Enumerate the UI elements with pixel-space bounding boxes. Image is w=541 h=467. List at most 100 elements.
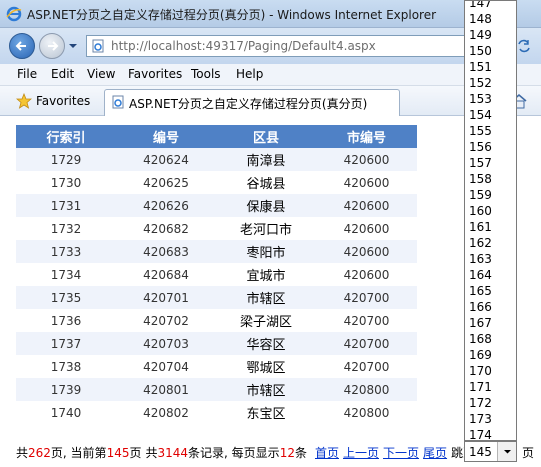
last-page-link[interactable]: 尾页 (423, 446, 447, 460)
table-cell: 1738 (16, 355, 116, 378)
first-page-link[interactable]: 首页 (315, 446, 339, 460)
page-select[interactable]: 145 (464, 441, 517, 462)
dropdown-option[interactable]: 156 (469, 140, 492, 154)
dropdown-option[interactable]: 158 (469, 172, 492, 186)
table-cell: 鄂城区 (216, 355, 316, 378)
dropdown-option[interactable]: 161 (469, 220, 492, 234)
pager-text: 条记录, 每页显示 (188, 446, 280, 460)
forward-button[interactable] (39, 33, 65, 59)
dropdown-option[interactable]: 147 (469, 1, 492, 10)
total-pages: 262 (28, 446, 51, 460)
table-row: 1738 420704 鄂城区 420700 (16, 355, 417, 378)
menu-file[interactable]: File (17, 67, 37, 81)
dropdown-option[interactable]: 171 (469, 380, 492, 394)
table-cell: 420625 (116, 171, 216, 194)
dropdown-option[interactable]: 164 (469, 268, 492, 282)
table-cell: 宜城市 (216, 263, 316, 286)
page-content: 行索引 编号 区县 市编号 1729 420624 南漳县 420600 1730 420… (0, 117, 541, 467)
page-size: 12 (279, 446, 295, 460)
prev-page-link[interactable]: 上一页 (343, 446, 379, 460)
table-cell: 保康县 (216, 194, 316, 217)
table-cell: 1731 (16, 194, 116, 217)
address-bar[interactable]: http://localhost:49317/Paging/Default4.a… (86, 35, 466, 57)
dropdown-option[interactable]: 159 (469, 188, 492, 202)
table-cell: 420700 (316, 332, 417, 355)
table-cell: 市辖区 (216, 286, 316, 309)
ie-logo-icon (6, 6, 22, 22)
table-cell: 420703 (116, 332, 216, 355)
table-cell: 420800 (316, 378, 417, 401)
dropdown-option[interactable]: 169 (469, 348, 492, 362)
pager-text: 页 (129, 446, 142, 460)
arrow-right-icon (48, 41, 59, 51)
table-cell: 420683 (116, 240, 216, 263)
table-cell: 1732 (16, 217, 116, 240)
menu-view[interactable]: View (87, 67, 115, 81)
dropdown-option[interactable]: 165 (469, 284, 492, 298)
refresh-icon[interactable] (516, 38, 532, 54)
table-cell: 420702 (116, 309, 216, 332)
dropdown-option[interactable]: 168 (469, 332, 492, 346)
favorites-star-icon[interactable] (16, 93, 32, 109)
dropdown-option[interactable]: 153 (469, 92, 492, 106)
table-row: 1739 420801 市辖区 420800 (16, 378, 417, 401)
pager-text: 条 (294, 446, 307, 460)
menu-tools[interactable]: Tools (191, 67, 221, 81)
table-row: 1733 420683 枣阳市 420600 (16, 240, 417, 263)
menu-edit[interactable]: Edit (51, 67, 74, 81)
next-page-link[interactable]: 下一页 (383, 446, 419, 460)
table-header-row: 行索引 编号 区县 市编号 (16, 125, 417, 148)
data-table: 行索引 编号 区县 市编号 1729 420624 南漳县 420600 1730 420… (16, 125, 417, 424)
dropdown-option[interactable]: 151 (469, 60, 492, 74)
tab-title: ASP.NET分页之自定义存储过程分页(真分页) (129, 97, 368, 111)
dropdown-option[interactable]: 173 (469, 412, 492, 426)
table-cell: 市辖区 (216, 378, 316, 401)
dropdown-option[interactable]: 152 (469, 76, 492, 90)
menu-help[interactable]: Help (236, 67, 263, 81)
dropdown-option[interactable]: 149 (469, 28, 492, 42)
table-cell: 420800 (316, 401, 417, 424)
table-row: 1730 420625 谷城县 420600 (16, 171, 417, 194)
dropdown-option[interactable]: 162 (469, 236, 492, 250)
table-row: 1729 420624 南漳县 420600 (16, 148, 417, 171)
column-header: 行索引 (16, 125, 116, 148)
table-cell: 420600 (316, 263, 417, 286)
table-cell: 420626 (116, 194, 216, 217)
dropdown-option[interactable]: 150 (469, 44, 492, 58)
table-row: 1735 420701 市辖区 420700 (16, 286, 417, 309)
table-row: 1740 420802 东宝区 420800 (16, 401, 417, 424)
dropdown-option[interactable]: 148 (469, 12, 492, 26)
table-row: 1734 420684 宜城市 420600 (16, 263, 417, 286)
address-url: http://localhost:49317/Paging/Default4.a… (111, 39, 376, 53)
back-button[interactable] (9, 33, 35, 59)
dropdown-option[interactable]: 160 (469, 204, 492, 218)
total-records: 3144 (157, 446, 189, 460)
dropdown-arrow-button[interactable] (497, 442, 516, 461)
current-page: 145 (106, 446, 130, 460)
table-cell: 1737 (16, 332, 116, 355)
window-title: ASP.NET分页之自定义存储过程分页(真分页) - Windows Inter… (27, 8, 437, 22)
column-header: 市编号 (316, 125, 417, 148)
dropdown-option[interactable]: 163 (469, 252, 492, 266)
table-cell: 420600 (316, 148, 417, 171)
dropdown-option[interactable]: 155 (469, 124, 492, 138)
table-cell: 420700 (316, 286, 417, 309)
table-cell: 南漳县 (216, 148, 316, 171)
table-cell: 1730 (16, 171, 116, 194)
table-cell: 华容区 (216, 332, 316, 355)
dropdown-option[interactable]: 172 (469, 396, 492, 410)
menu-favorites[interactable]: Favorites (128, 67, 182, 81)
favorites-button[interactable]: Favorites (36, 94, 90, 108)
tab-current-page[interactable]: ASP.NET分页之自定义存储过程分页(真分页) (104, 89, 400, 116)
dropdown-option[interactable]: 170 (469, 364, 492, 378)
navigation-bar: http://localhost:49317/Paging/Default4.a… (0, 28, 541, 64)
dropdown-option[interactable]: 174 (469, 428, 492, 440)
page-suffix-label: 页 (522, 446, 535, 460)
dropdown-option[interactable]: 157 (469, 156, 492, 170)
dropdown-option[interactable]: 154 (469, 108, 492, 122)
pager-text: 共 (145, 446, 158, 460)
history-dropdown-icon[interactable] (68, 41, 78, 51)
dropdown-option[interactable]: 167 (469, 316, 492, 330)
dropdown-option[interactable]: 166 (469, 300, 492, 314)
page-dropdown-list[interactable]: 147 148 149 150 151 152 153 154 155 156 157 158 159 1… (464, 0, 517, 441)
